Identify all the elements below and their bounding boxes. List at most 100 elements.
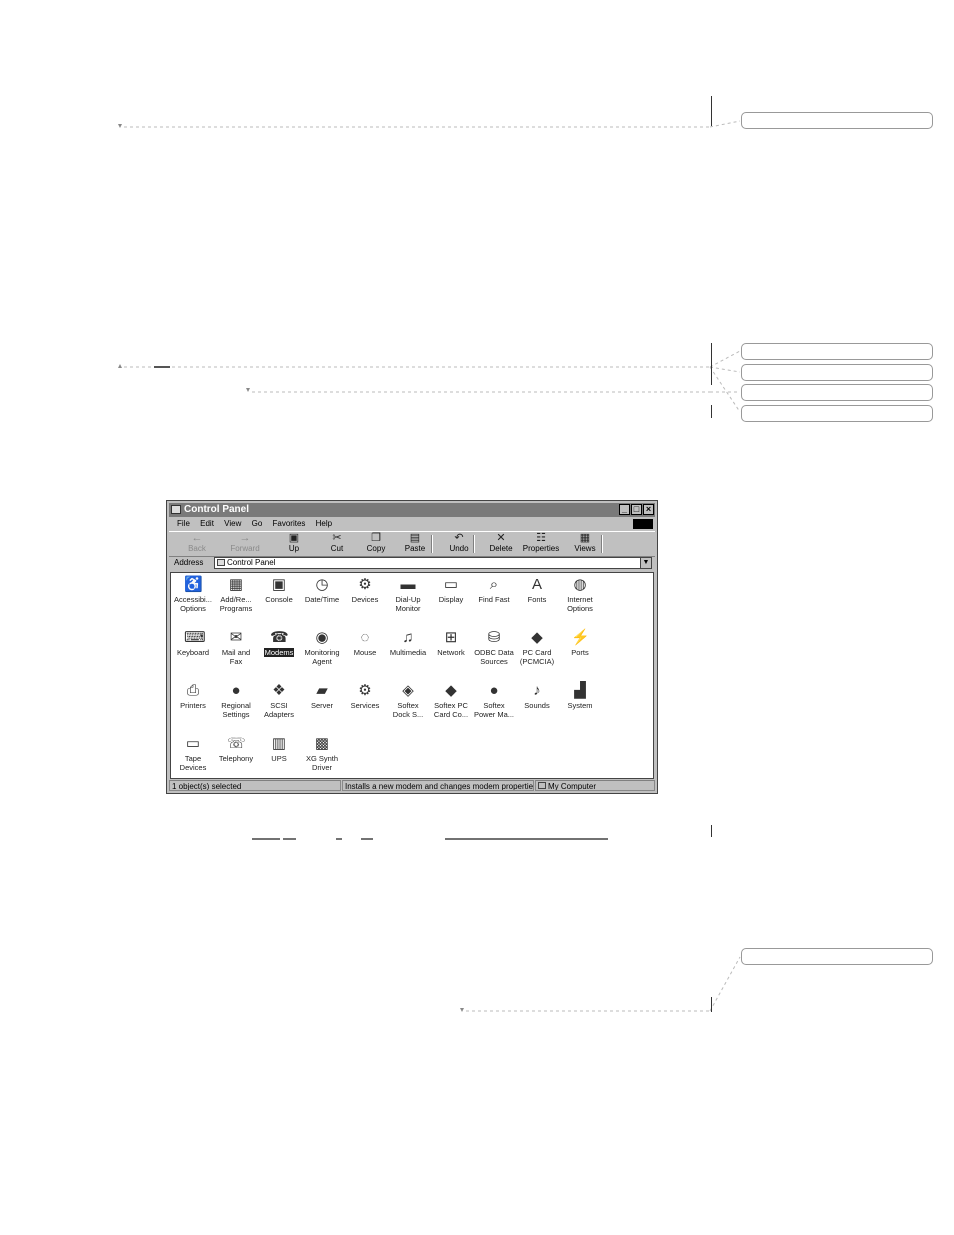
control-panel-item[interactable]: ⌕ Find Fast (472, 576, 516, 605)
control-panel-item[interactable]: ⛁ ODBC Data Sources (472, 629, 516, 666)
control-panel-item-label: Softex PC Card Co... (433, 701, 469, 719)
toolbar-button-label: Copy (366, 544, 386, 553)
forward-button[interactable]: → Forward (225, 533, 265, 554)
menu-bar: File Edit View Go Favorites Help (169, 518, 655, 530)
control-panel-item[interactable]: ◌ Mouse (343, 629, 387, 658)
status-description: Installs a new modem and changes modem p… (342, 780, 534, 791)
toolbar-button-label: Properties (522, 544, 560, 553)
control-panel-item[interactable]: ▥ UPS (257, 735, 301, 764)
control-panel-item[interactable]: ❖ SCSI Adapters (257, 682, 301, 719)
computer-icon: ▟ (574, 682, 586, 699)
menu-view[interactable]: View (224, 519, 241, 528)
toolbar-button-label: Delete (489, 544, 513, 553)
control-panel-item[interactable]: ◆ PC Card (PCMCIA) (515, 629, 559, 666)
annotation-callout-box (741, 112, 933, 129)
add-remove-programs-icon: ▦ (228, 576, 244, 593)
control-panel-item-label: Mouse (353, 648, 377, 657)
status-bar: 1 object(s) selected Installs a new mode… (169, 780, 655, 791)
control-panel-item[interactable]: ▰ Server (300, 682, 344, 711)
scissors-icon: ✂ (332, 532, 342, 544)
toolbar-button-label: Back (188, 544, 206, 553)
minimize-button[interactable]: _ (619, 504, 630, 515)
menu-favorites[interactable]: Favorites (273, 519, 306, 528)
address-input[interactable]: Control Panel ▼ (214, 557, 652, 569)
menu-help[interactable]: Help (316, 519, 332, 528)
control-panel-item[interactable]: ⎙ Printers (171, 682, 215, 711)
control-panel-item[interactable]: ▭ Tape Devices (171, 735, 215, 772)
control-panel-item[interactable]: ⚙ Devices (343, 576, 387, 605)
annotation-callout-box (741, 405, 933, 422)
control-panel-item[interactable]: ▩ XG Synth Driver (300, 735, 344, 772)
control-panel-item[interactable]: ◍ Internet Options (558, 576, 602, 613)
control-panel-item-label: Regional Settings (221, 701, 251, 719)
control-panel-item[interactable]: ☎ Modems (257, 629, 301, 658)
control-panel-item[interactable]: ▬ Dial-Up Monitor (386, 576, 430, 613)
control-panel-item-label: XG Synth Driver (305, 754, 339, 772)
control-panel-item[interactable]: ● Softex Power Ma... (472, 682, 516, 719)
control-panel-item[interactable]: A Fonts (515, 576, 559, 605)
delete-button[interactable]: ✕ Delete (481, 533, 521, 554)
icon-view: ♿ Accessibi... Options ▦ Add/Re... Programs… (170, 572, 654, 779)
back-button[interactable]: ← Back (177, 533, 217, 554)
computer-small-icon (538, 782, 546, 789)
control-panel-folder-icon[interactable] (171, 505, 181, 514)
control-panel-item[interactable]: ● Regional Settings (214, 682, 258, 719)
control-panel-item[interactable]: ▟ System (558, 682, 602, 711)
control-panel-item-label: Tape Devices (179, 754, 207, 772)
views-icon: ▦ (579, 532, 591, 544)
toolbar-button-label: Undo (449, 544, 469, 553)
modem-icon: ☎ (270, 629, 289, 646)
views-button[interactable]: ▦ Views (565, 532, 605, 554)
margin-change-bar (711, 405, 712, 418)
control-panel-item[interactable]: ⌨ Keyboard (171, 629, 215, 658)
status-zone-label: My Computer (548, 782, 597, 791)
power-management-icon: ● (489, 682, 499, 699)
control-panel-item[interactable]: ◆ Softex PC Card Co... (429, 682, 473, 719)
margin-change-bar (711, 825, 712, 837)
control-panel-item[interactable]: ◉ Monitoring Agent (300, 629, 344, 666)
monitoring-agent-icon: ◉ (315, 629, 329, 646)
control-panel-item[interactable]: ⊞ Network (429, 629, 473, 658)
control-panel-item[interactable]: ☏ Telephony (214, 735, 258, 764)
control-panel-item[interactable]: ▦ Add/Re... Programs (214, 576, 258, 613)
mouse-icon: ◌ (360, 629, 370, 646)
display-icon: ▭ (443, 576, 459, 593)
close-button[interactable]: × (643, 504, 654, 515)
control-panel-item-label: Date/Time (304, 595, 340, 604)
title-bar[interactable]: Control Panel _ □ × (169, 503, 655, 517)
address-label: Address (174, 558, 204, 567)
address-dropdown-button[interactable]: ▼ (640, 558, 651, 568)
control-panel-item[interactable]: ▭ Display (429, 576, 473, 605)
control-panel-item[interactable]: ⚙ Services (343, 682, 387, 711)
menu-edit[interactable]: Edit (200, 519, 214, 528)
paste-icon: ▤ (409, 532, 421, 544)
xg-soft-icon: ▩ (314, 735, 330, 752)
control-panel-item[interactable]: ✉ Mail and Fax (214, 629, 258, 666)
control-panel-item[interactable]: ♪ Sounds (515, 682, 559, 711)
control-panel-item[interactable]: ♿ Accessibi... Options (171, 576, 215, 613)
control-panel-item[interactable]: ◈ Softex Dock S... (386, 682, 430, 719)
dock-icon: ◈ (402, 682, 414, 699)
control-panel-item[interactable]: ⚡ Ports (558, 629, 602, 658)
copy-icon: ❐ (371, 532, 381, 544)
standard-toolbar: ← Back → Forward ▣ Up ✂ Cut ❐ Copy ▤ Paste ↶ Undo ✕ Del… (169, 531, 655, 557)
control-panel-item-label: Devices (351, 595, 379, 604)
toolbar-button-label: Up (288, 544, 300, 553)
fonts-folder-icon: A (531, 576, 542, 593)
properties-button[interactable]: ☷ Properties (521, 533, 561, 554)
menu-file[interactable]: File (177, 519, 190, 528)
control-panel-item-label: Sounds (524, 701, 550, 710)
dialup-monitor-icon: ▬ (400, 576, 416, 593)
control-panel-item[interactable]: ◷ Date/Time (300, 576, 344, 605)
maximize-button[interactable]: □ (631, 504, 642, 515)
control-panel-item[interactable]: ▣ Console (257, 576, 301, 605)
paste-button[interactable]: ▤ Paste (395, 532, 435, 554)
copy-button[interactable]: ❐ Copy (356, 532, 396, 554)
ports-icon: ⚡ (571, 629, 590, 646)
up-button[interactable]: ▣ Up (274, 533, 314, 554)
control-panel-item-label: Ports (571, 648, 589, 657)
cut-button[interactable]: ✂ Cut (317, 532, 357, 554)
control-panel-item-label: ODBC Data Sources (474, 648, 514, 666)
menu-go[interactable]: Go (252, 519, 263, 528)
control-panel-item[interactable]: ♫ Multimedia (386, 629, 430, 658)
